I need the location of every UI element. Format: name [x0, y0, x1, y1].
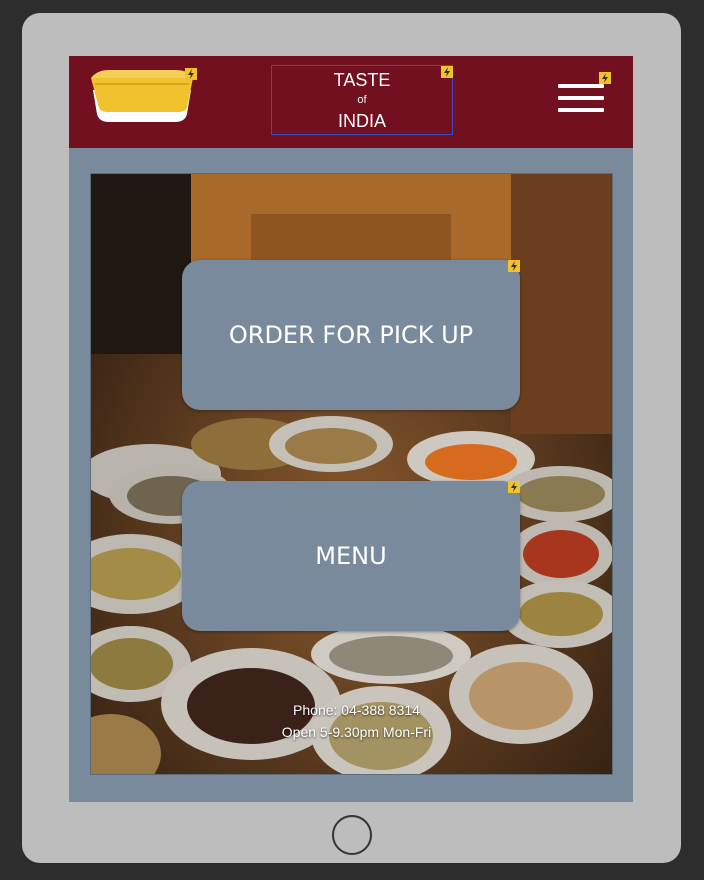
- app-header: TASTE of INDIA: [69, 56, 633, 148]
- order-for-pickup-button[interactable]: ORDER FOR PICK UP: [182, 260, 520, 410]
- app-screen: TASTE of INDIA ORDER FOR PICK UP MENU Ph…: [69, 56, 633, 802]
- title-taste: TASTE: [333, 70, 391, 90]
- menu-bar: [558, 96, 604, 100]
- title-india: INDIA: [337, 111, 386, 131]
- food-container-icon[interactable]: [89, 68, 197, 138]
- menu-bar: [558, 108, 604, 112]
- lightning-bolt-icon: [185, 68, 197, 80]
- lightning-bolt-icon: [508, 481, 520, 493]
- page-title: TASTE of INDIA: [271, 65, 453, 135]
- home-button[interactable]: [332, 815, 372, 855]
- spices-background-image: ORDER FOR PICK UP MENU Phone: 04-388 831…: [90, 173, 613, 775]
- order-button-label: ORDER FOR PICK UP: [228, 321, 474, 349]
- contact-hours: Open 5-9.30pm Mon-Fri: [281, 724, 432, 740]
- lightning-bolt-icon: [441, 66, 453, 78]
- lightning-bolt-icon: [508, 260, 520, 272]
- menu-bar: [558, 84, 604, 88]
- hamburger-menu-icon[interactable]: [556, 82, 606, 116]
- lightning-bolt-icon: [599, 72, 611, 84]
- menu-button-label: MENU: [315, 542, 387, 570]
- title-of: of: [357, 94, 367, 106]
- menu-button[interactable]: MENU: [182, 481, 520, 631]
- tablet-frame: TASTE of INDIA ORDER FOR PICK UP MENU Ph…: [22, 13, 681, 863]
- contact-phone: Phone: 04-388 8314: [293, 702, 420, 718]
